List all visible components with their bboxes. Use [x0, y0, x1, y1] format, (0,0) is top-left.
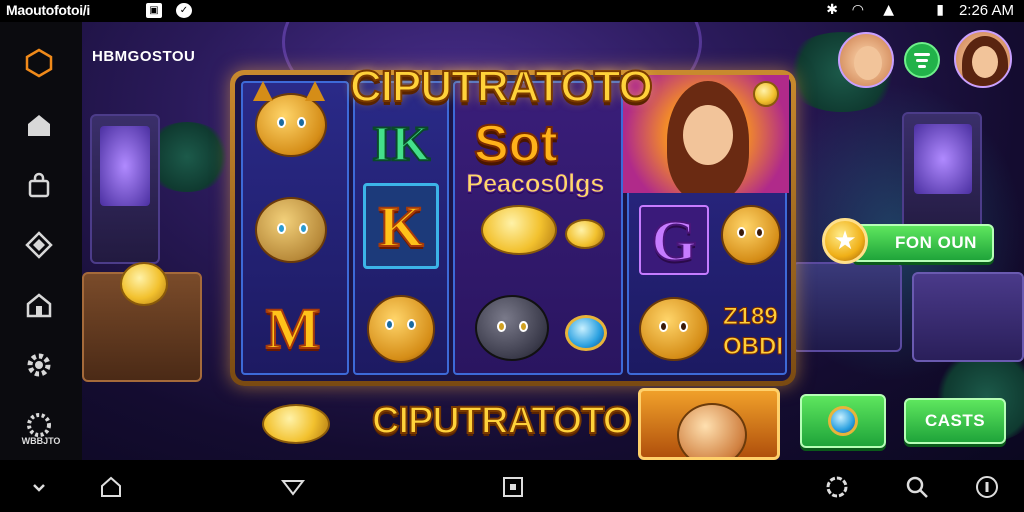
fun-button[interactable]: FON OUN: [852, 224, 994, 262]
letter-m-symbol: M: [265, 295, 322, 362]
reel-word: Peacos0lgs: [465, 168, 605, 199]
bonus-button[interactable]: [800, 394, 886, 448]
arcade-table: [912, 272, 1024, 362]
gallery-icon: ▣: [146, 3, 162, 18]
ik-text: IK: [371, 114, 431, 172]
coin-symbol: [481, 205, 557, 255]
nav-bar: [0, 460, 1024, 512]
info-icon[interactable]: [972, 472, 1002, 502]
cat-symbol: [475, 295, 549, 361]
chevron-down-icon[interactable]: [24, 472, 54, 502]
square-icon[interactable]: [498, 472, 528, 502]
battery-icon: ▮: [936, 2, 944, 18]
star-icon: ★: [822, 218, 868, 264]
home-icon[interactable]: [96, 472, 126, 502]
paytable-line-1: Z189: [723, 303, 779, 331]
menu-button[interactable]: [904, 42, 940, 78]
coin-decoration: [120, 262, 168, 306]
casts-button[interactable]: CASTS: [904, 398, 1006, 444]
hexagon-icon[interactable]: [22, 46, 56, 80]
house-gift-icon[interactable]: [22, 288, 56, 322]
gem-symbol: [565, 315, 607, 351]
gear-icon[interactable]: [22, 348, 56, 382]
paytable-line-2: OBDI: [723, 333, 784, 361]
diamond-icon[interactable]: [22, 228, 56, 262]
cat-symbol: [639, 297, 709, 361]
check-icon: ✓: [176, 3, 192, 18]
cat-symbol: [367, 295, 435, 363]
arcade-table: [792, 262, 902, 352]
status-app-title: Maoutofotoi/i: [6, 2, 90, 18]
coin-symbol: [565, 219, 605, 249]
avatar[interactable]: [838, 32, 894, 88]
arcade-cabinet: [90, 114, 160, 264]
triangle-down-icon[interactable]: [278, 472, 308, 502]
coin-decoration: [262, 404, 330, 444]
letter-k-symbol: K: [363, 183, 439, 269]
home-icon[interactable]: [22, 108, 56, 142]
signal-icon: ▲: [883, 2, 894, 18]
letter-g-symbol: G: [639, 205, 709, 275]
avatar[interactable]: [954, 30, 1012, 88]
status-bar: Maoutofotoi/i ▣ ✓ ✱ ◠ ▲ ▮ 2:26 AM: [0, 0, 1024, 22]
cat-symbol: [255, 93, 327, 157]
rail-bottom-label: WBBJTO: [21, 436, 61, 446]
bottom-banner: CIPUTRATOTO: [371, 399, 633, 443]
gem-icon: [828, 406, 858, 436]
side-rail: WBBJTO: [0, 22, 82, 460]
game-title: CIPUTRATOTO: [349, 61, 654, 112]
bag-icon[interactable]: [22, 168, 56, 202]
flower-icon[interactable]: [822, 472, 852, 502]
search-icon[interactable]: [902, 472, 932, 502]
cat-symbol: [255, 197, 327, 263]
status-time: 2:26 AM: [958, 2, 1014, 19]
game-viewport[interactable]: HBMGOSTOU M K G Z189 OBDI IK CIPUTRATOTO…: [82, 22, 1024, 460]
bluetooth-icon: ✱: [826, 2, 838, 18]
game-top-label: HBMGOSTOU: [92, 48, 196, 65]
wifi-icon: ◠: [851, 2, 864, 18]
cat-symbol: [721, 205, 781, 265]
game-subtitle: Sot: [473, 114, 559, 174]
bonus-card[interactable]: [638, 388, 780, 460]
arcade-cabinet: [902, 112, 982, 242]
